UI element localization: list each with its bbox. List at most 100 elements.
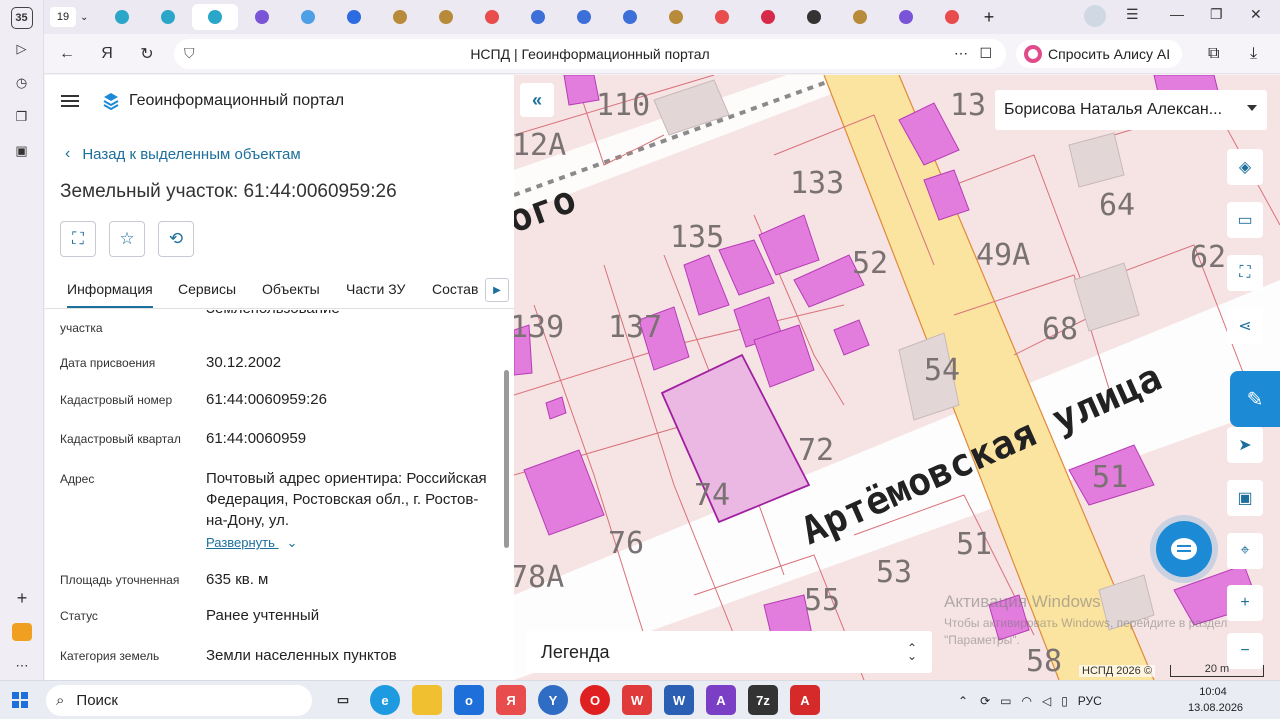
screenshot-icon[interactable]: ▣ (8, 137, 36, 165)
tab[interactable] (516, 4, 560, 30)
layers-button[interactable]: ◈ (1227, 149, 1263, 185)
volume-icon[interactable]: ◁ (1042, 694, 1051, 708)
tab-count[interactable]: 19 (50, 7, 76, 27)
alice-button[interactable]: Спросить Алису AI (1016, 39, 1183, 68)
taskbar: ⌕ Поиск ▭ e o Я Y O W W A 7z A ⌃ ⟳ ▭ ◠ ◁… (0, 680, 1280, 719)
more-icon[interactable]: ⋯ (954, 45, 968, 62)
language-indicator[interactable]: РУС (1078, 694, 1102, 708)
tab[interactable] (608, 4, 652, 30)
tab[interactable] (240, 4, 284, 30)
favorite-button[interactable]: ☆ (109, 221, 145, 257)
tab[interactable] (654, 4, 698, 30)
outlook-icon[interactable]: o (454, 685, 484, 715)
tab[interactable] (470, 4, 514, 30)
word-icon[interactable]: W (664, 685, 694, 715)
file-explorer-icon[interactable] (412, 685, 442, 715)
network-icon[interactable]: ▭ (1000, 694, 1011, 708)
collections-icon[interactable]: ❐ (8, 103, 36, 131)
sync-icon[interactable]: ⟳ (980, 694, 990, 708)
minimize-icon[interactable]: — (1170, 6, 1184, 22)
task-view-icon[interactable]: ▭ (328, 685, 358, 715)
reload-icon[interactable]: ↻ (132, 39, 162, 69)
yandex-browser-icon[interactable]: Y (538, 685, 568, 715)
tab-composition[interactable]: Состав (432, 281, 478, 297)
more-icon[interactable]: ⋯ (8, 652, 36, 680)
tab[interactable] (792, 4, 836, 30)
wifi-icon[interactable]: ◠ (1021, 694, 1031, 708)
tab[interactable] (286, 4, 330, 30)
tab[interactable] (884, 4, 928, 30)
opera-icon[interactable]: O (580, 685, 610, 715)
properties-scrollbar[interactable] (501, 312, 511, 680)
new-tab-button[interactable]: + (976, 4, 1002, 30)
history-icon[interactable]: ◷ (8, 69, 36, 97)
url-field[interactable]: ⛉ НСПД | Геоинформационный портал ⋯ ☐ (174, 38, 1006, 69)
close-icon[interactable]: ✕ (1250, 6, 1262, 23)
user-dropdown[interactable]: Борисова Наталья Алексан... (995, 90, 1267, 130)
tab[interactable] (100, 4, 144, 30)
share-button[interactable]: ⋖ (1227, 308, 1263, 344)
menu-icon[interactable] (61, 95, 79, 107)
yandex-icon[interactable]: Я (496, 685, 526, 715)
app-icon[interactable]: A (706, 685, 736, 715)
tab[interactable] (378, 4, 422, 30)
bookmark-icon[interactable]: ☐ (979, 45, 992, 62)
tab-objects[interactable]: Объекты (262, 281, 320, 297)
menu-icon[interactable]: ☰ (1126, 6, 1139, 23)
tab[interactable] (332, 4, 376, 30)
chat-button[interactable] (1156, 521, 1212, 577)
map-view[interactable]: 110 12А 133 135 64 62 49А 52 139 137 68 … (514, 75, 1280, 680)
tab-services[interactable]: Сервисы (178, 281, 236, 297)
clock[interactable]: 10:04 13.08.2026 (1188, 684, 1243, 716)
restore-icon[interactable]: ❐ (1210, 6, 1223, 23)
add-icon[interactable]: + (8, 584, 36, 612)
profile-avatar[interactable] (1084, 5, 1106, 27)
tab[interactable] (146, 4, 190, 30)
back-link[interactable]: ‹ Назад к выделенным объектам (65, 145, 301, 163)
minimap-button[interactable]: ▣ (1227, 480, 1263, 516)
locate-button[interactable]: ➤ (1227, 427, 1263, 463)
collapse-panel-button[interactable]: « (520, 83, 554, 117)
play-icon[interactable]: ▷ (8, 35, 36, 63)
mail-icon[interactable] (8, 618, 36, 646)
pdf-icon[interactable]: A (790, 685, 820, 715)
tab[interactable] (424, 4, 468, 30)
browser-sidebar: 35 ▷ ◷ ❐ ▣ + ⋯ (0, 0, 44, 680)
assistant-tab[interactable]: ✎ (1230, 371, 1280, 427)
tabs-scroll-right-button[interactable]: ▶ (485, 278, 509, 302)
legend-dropdown[interactable]: Легенда ⌃ ⌄ (526, 631, 932, 673)
tab-parts[interactable]: Части ЗУ (346, 281, 405, 297)
edge-icon[interactable]: e (370, 685, 400, 715)
scrollbar-thumb[interactable] (504, 370, 509, 548)
archiver-icon[interactable]: 7z (748, 685, 778, 715)
active-tab[interactable] (192, 4, 238, 30)
download-icon[interactable]: ⤓ (1250, 45, 1257, 63)
assistant-icon: ✎ (1246, 388, 1264, 411)
extensions-icon[interactable]: ⧉ (1208, 45, 1219, 63)
chevron-up-icon[interactable]: ⌃ (958, 694, 968, 708)
select-area-button[interactable]: ⛶ (60, 221, 96, 257)
tab[interactable] (700, 4, 744, 30)
tab[interactable] (562, 4, 606, 30)
ruler-button[interactable]: ▭ (1227, 202, 1263, 238)
yandex-icon[interactable]: Я (92, 39, 122, 69)
history-button[interactable]: ⟲ (158, 221, 194, 257)
search-point-button[interactable]: ⌖ (1227, 533, 1263, 569)
taskbar-search[interactable]: ⌕ Поиск (46, 684, 312, 716)
tab-counter-badge[interactable]: 35 (10, 7, 33, 29)
back-icon[interactable]: ← (52, 39, 82, 69)
chevron-down-icon[interactable]: ⌄ (80, 12, 100, 23)
select-button[interactable]: ⛶ (1227, 255, 1263, 291)
expand-link[interactable]: Развернуть ⌄ (206, 535, 297, 551)
start-button[interactable] (0, 692, 40, 708)
site-icon (161, 10, 175, 24)
tab[interactable] (746, 4, 790, 30)
wps-icon[interactable]: W (622, 685, 652, 715)
map-canvas[interactable]: 110 12А 133 135 64 62 49А 52 139 137 68 … (514, 75, 1280, 680)
battery-icon[interactable]: ▯ (1061, 694, 1068, 708)
tab[interactable] (838, 4, 882, 30)
tab-information[interactable]: Информация (67, 281, 153, 308)
portal-header: Геоинформационный портал (45, 75, 514, 127)
tab[interactable] (930, 4, 974, 30)
house-number: 137 (608, 310, 662, 345)
